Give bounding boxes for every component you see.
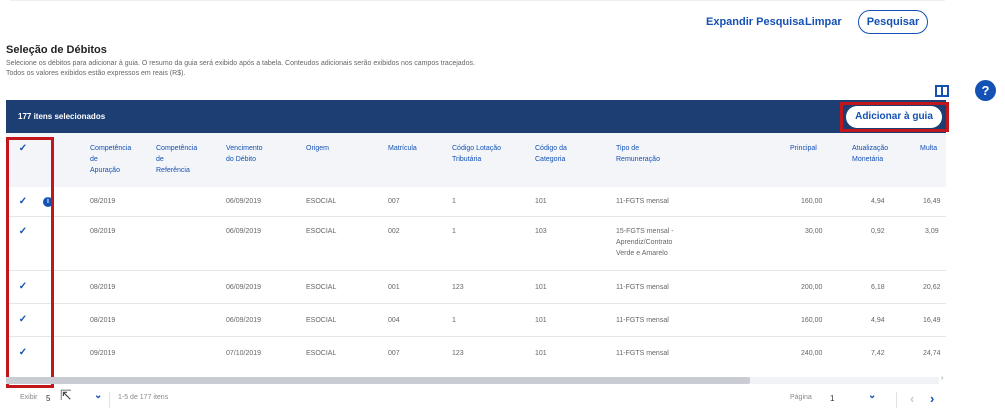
cell-categoria: 101 xyxy=(535,350,547,357)
col-header-lotacao[interactable]: Código Lotação Tributária xyxy=(452,143,501,165)
cell-origem: ESOCIAL xyxy=(306,228,337,235)
cell-apuracao: 08/2019 xyxy=(90,284,116,291)
cell-lotacao: 1 xyxy=(452,228,456,235)
col-header-origem[interactable]: Origem xyxy=(306,143,329,154)
cell-apuracao: 08/2019 xyxy=(90,317,116,324)
footer-divider xyxy=(109,392,110,408)
col-header-categoria[interactable]: Código da Categoria xyxy=(535,143,567,165)
currency-note: Todos os valores exibidos estão expresso… xyxy=(6,70,186,77)
cell-atualizacao: 6,18 xyxy=(871,284,885,291)
clear-link[interactable]: Limpar xyxy=(805,16,842,28)
cell-vencimento: 06/09/2019 xyxy=(226,284,262,291)
cell-vencimento: 07/10/2019 xyxy=(226,350,262,357)
cell-origem: ESOCIAL xyxy=(306,350,337,357)
cell-lotacao: 1 xyxy=(452,317,456,324)
page-chevron-down-icon[interactable]: ⌄ xyxy=(868,390,876,401)
selected-count: 177 itens selecionados xyxy=(18,112,106,121)
items-range: 1-5 de 177 itens xyxy=(118,394,169,401)
search-button[interactable]: Pesquisar xyxy=(858,10,928,34)
pagination-footer: Exibir 5 ⌄ 1-5 de 177 itens Página 1 ⌄ ‹… xyxy=(0,388,1005,413)
cell-categoria: 101 xyxy=(535,284,547,291)
cell-atualizacao: 0,92 xyxy=(871,228,885,235)
page-size-value[interactable]: 5 xyxy=(46,394,50,403)
prev-page-chevron-left-icon[interactable]: ‹ xyxy=(910,391,914,406)
cell-apuracao: 09/2019 xyxy=(90,350,116,357)
col-header-competencia-referencia[interactable]: Competência de Referência xyxy=(156,143,197,176)
scroll-right-arrow-icon[interactable]: › xyxy=(941,375,943,382)
table-row: ✓ 08/2019 06/09/2019 ESOCIAL 001 123 101… xyxy=(6,271,946,304)
table-row: ✓ 08/2019 06/09/2019 ESOCIAL 004 1 101 1… xyxy=(6,304,946,337)
cell-atualizacao: 4,94 xyxy=(871,317,885,324)
cell-vencimento: 06/09/2019 xyxy=(226,228,262,235)
col-header-principal[interactable]: Principal xyxy=(790,143,817,154)
cell-atualizacao: 4,94 xyxy=(871,198,885,205)
top-divider xyxy=(10,0,945,1)
cell-matricula: 007 xyxy=(388,198,400,205)
highlight-box-add-button xyxy=(840,102,949,132)
cell-origem: ESOCIAL xyxy=(306,284,337,291)
cell-principal: 160,00 xyxy=(801,317,823,324)
columns-toggle-icon[interactable] xyxy=(935,85,949,97)
cell-remuneracao: 11-FGTS mensal xyxy=(616,284,669,291)
selection-bar: 177 itens selecionados xyxy=(6,100,946,133)
cell-matricula: 001 xyxy=(388,284,400,291)
cell-multa: 3,09 xyxy=(925,228,939,235)
section-title: Seleção de Débitos xyxy=(6,44,107,56)
cell-categoria: 101 xyxy=(535,317,547,324)
cell-multa: 24,74 xyxy=(923,350,941,357)
col-header-multa[interactable]: Multa xyxy=(920,143,937,154)
page-size-chevron-down-icon[interactable]: ⌄ xyxy=(94,390,102,401)
cell-lotacao: 123 xyxy=(452,284,464,291)
top-action-bar: Expandir Pesquisa Limpar Pesquisar xyxy=(0,0,1005,40)
mouse-cursor-icon: ⇱ xyxy=(60,387,72,403)
cell-principal: 200,00 xyxy=(801,284,823,291)
col-header-matricula[interactable]: Matrícula xyxy=(388,143,417,154)
cell-apuracao: 08/2019 xyxy=(90,198,116,205)
highlight-box-checkboxes xyxy=(6,137,54,388)
table-row: ✓ i 08/2019 06/09/2019 ESOCIAL 007 1 101… xyxy=(6,187,946,217)
section-description: Selecione os débitos para adicionar à gu… xyxy=(6,60,475,67)
cell-remuneracao: 11-FGTS mensal xyxy=(616,198,669,205)
cell-matricula: 004 xyxy=(388,317,400,324)
help-button[interactable]: ? xyxy=(975,80,996,101)
page-label: Página xyxy=(790,394,812,401)
col-header-atualizacao[interactable]: Atualização Monetária xyxy=(852,143,888,165)
cell-vencimento: 06/09/2019 xyxy=(226,317,262,324)
cell-remuneracao: 11-FGTS mensal xyxy=(616,350,669,357)
cell-multa: 20,62 xyxy=(923,284,941,291)
next-page-chevron-right-icon[interactable]: › xyxy=(930,391,934,406)
scrollbar-thumb[interactable] xyxy=(6,377,750,384)
cell-categoria: 103 xyxy=(535,228,547,235)
table-header: ✓ Competência de Apuração Competência de… xyxy=(6,133,946,187)
page-number-value[interactable]: 1 xyxy=(830,394,834,403)
cell-matricula: 007 xyxy=(388,350,400,357)
cell-multa: 16,49 xyxy=(923,198,941,205)
cell-origem: ESOCIAL xyxy=(306,198,337,205)
col-header-competencia-apuracao[interactable]: Competência de Apuração xyxy=(90,143,131,176)
cell-principal: 30,00 xyxy=(805,228,823,235)
cell-principal: 160,00 xyxy=(801,198,823,205)
cell-atualizacao: 7,42 xyxy=(871,350,885,357)
cell-lotacao: 1 xyxy=(452,198,456,205)
cell-remuneracao: 11-FGTS mensal xyxy=(616,317,669,324)
footer-divider xyxy=(896,392,897,408)
cell-principal: 240,00 xyxy=(801,350,823,357)
cell-remuneracao: 15-FGTS mensal - Aprendiz/Contrato Verde… xyxy=(616,228,674,257)
cell-vencimento: 06/09/2019 xyxy=(226,198,262,205)
expand-search-link[interactable]: Expandir Pesquisa xyxy=(706,16,804,28)
cell-multa: 16,49 xyxy=(923,317,941,324)
cell-apuracao: 08/2019 xyxy=(90,228,116,235)
table-row: ✓ 08/2019 06/09/2019 ESOCIAL 002 1 103 1… xyxy=(6,217,946,271)
table-row: ✓ 09/2019 07/10/2019 ESOCIAL 007 123 101… xyxy=(6,337,946,375)
show-label: Exibir xyxy=(20,394,38,401)
cell-matricula: 002 xyxy=(388,228,400,235)
cell-lotacao: 123 xyxy=(452,350,464,357)
horizontal-scrollbar[interactable] xyxy=(6,377,939,384)
cell-categoria: 101 xyxy=(535,198,547,205)
col-header-vencimento[interactable]: Vencimento do Débito xyxy=(226,143,263,165)
cell-origem: ESOCIAL xyxy=(306,317,337,324)
col-header-remuneracao[interactable]: Tipo de Remuneração xyxy=(616,143,660,165)
